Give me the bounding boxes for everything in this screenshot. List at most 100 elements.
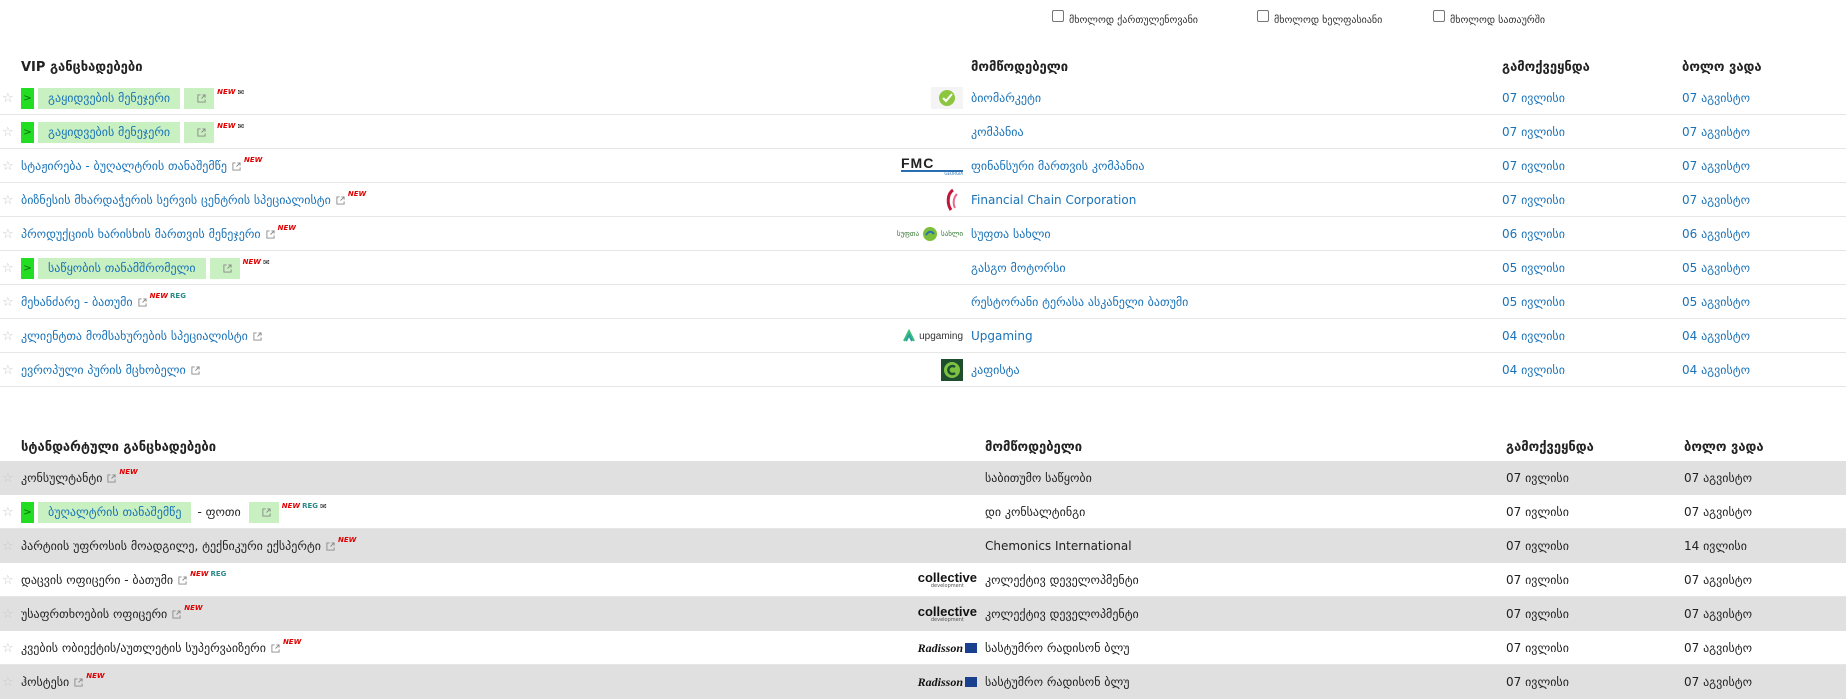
job-title-link[interactable]: დაცვის ოფიცერი - ბათუმი: [21, 573, 173, 587]
deadline-date: 04 აგვისტო: [1682, 363, 1751, 377]
filter-salary-only[interactable]: მხოლოდ ხელფასიანი: [1257, 7, 1382, 29]
external-link-icon[interactable]: [197, 127, 206, 137]
external-link-icon[interactable]: [191, 365, 200, 375]
deadline-date: 06 აგვისტო: [1682, 227, 1751, 241]
company-name-link[interactable]: Financial Chain Corporation: [971, 183, 1136, 217]
company-name-link[interactable]: რესტორანი ტერასა ასკანელი ბათუმი: [971, 285, 1188, 319]
filter-title-only[interactable]: მხოლოდ სათაურში: [1433, 7, 1545, 29]
table-row: ☆ მეხანძარე - ბათუმი NEW REG რესტორანი ტერას…: [0, 285, 1846, 319]
company-name-link[interactable]: Chemonics International: [985, 529, 1132, 563]
deadline-date: 07 აგვისტო: [1682, 193, 1751, 207]
favorite-star-icon[interactable]: ☆: [2, 81, 16, 115]
favorite-star-icon[interactable]: ☆: [2, 529, 16, 563]
favorite-star-icon[interactable]: ☆: [2, 183, 16, 217]
job-title-link[interactable]: კლიენტთა მომსახურების სპეციალისტი: [21, 329, 248, 343]
favorite-star-icon[interactable]: ☆: [2, 631, 16, 665]
favorite-star-icon[interactable]: ☆: [2, 495, 16, 529]
favorite-star-icon[interactable]: ☆: [2, 217, 16, 251]
job-title-link[interactable]: ჰოსტესი: [21, 675, 69, 689]
company-name-link[interactable]: სასტუმრო რადისონ ბლუ: [985, 631, 1130, 665]
external-link-icon[interactable]: [271, 643, 280, 653]
company-name-link[interactable]: სუფთა სახლი: [971, 217, 1051, 251]
job-title-cell: პროდუქციის ხარისხის მართვის მენეჯერი NEW: [21, 217, 296, 251]
open-new-tab-button[interactable]: [184, 121, 215, 143]
external-link-icon[interactable]: [232, 161, 241, 171]
expand-arrow-icon[interactable]: >: [21, 501, 34, 523]
job-title-link[interactable]: პარტიის უფროსის მოადგილე, ტექნიკური ექსპ…: [21, 539, 321, 553]
company-name-link[interactable]: კაფისტა: [971, 353, 1020, 387]
job-title-link[interactable]: ევროპული პურის მცხობელი: [21, 363, 186, 377]
published-date: 07 ივლისი: [1506, 573, 1569, 587]
job-title-link[interactable]: სტაჟირება - ბუღალტრის თანაშემწე: [21, 159, 227, 173]
external-link-icon[interactable]: [172, 609, 181, 619]
new-badge: NEW: [217, 88, 236, 96]
company-name-link[interactable]: Upgaming: [971, 319, 1033, 353]
job-title-link[interactable]: ბუღალტრის თანაშემწე: [38, 501, 192, 523]
company-name-link[interactable]: დი კონსალტინგი: [985, 495, 1085, 529]
expand-arrow-icon[interactable]: >: [21, 87, 34, 109]
new-badge: NEW: [347, 190, 367, 198]
favorite-star-icon[interactable]: ☆: [2, 353, 16, 387]
biomarket-logo: [895, 81, 963, 115]
external-link-icon[interactable]: [178, 575, 187, 585]
job-title-link[interactable]: უსაფრთხოების ოფიცერი: [21, 607, 167, 621]
favorite-star-icon[interactable]: ☆: [2, 597, 16, 631]
company-name-link[interactable]: საბითუმო საწყობი: [985, 461, 1092, 495]
open-new-tab-button[interactable]: [248, 501, 279, 523]
table-header: სტანდარტული განცხადებები მომწოდებელი გამ…: [0, 435, 1846, 461]
external-link-icon[interactable]: [74, 677, 83, 687]
external-link-icon[interactable]: [336, 195, 345, 205]
external-link-icon[interactable]: [253, 331, 262, 341]
fmc-logo-sub: GEORGIA: [901, 170, 963, 176]
expand-arrow-icon[interactable]: >: [21, 121, 34, 143]
job-title-link[interactable]: გაყიდვების მენეჯერი: [38, 87, 181, 109]
checkbox[interactable]: [1052, 10, 1064, 22]
favorite-star-icon[interactable]: ☆: [2, 319, 16, 353]
external-link-icon[interactable]: [197, 93, 206, 103]
job-title-link[interactable]: ბიზნესის მხარდაჭერის სერვის ცენტრის სპეც…: [21, 193, 331, 207]
favorite-star-icon[interactable]: ☆: [2, 251, 16, 285]
company-name-link[interactable]: კოლექტივ დეველოპმენტი: [985, 597, 1139, 631]
external-link-icon[interactable]: [107, 473, 116, 483]
collective-logo-sub: development: [930, 617, 964, 623]
checkbox[interactable]: [1257, 10, 1269, 22]
company-name-link[interactable]: გასგო მოტორსი: [971, 251, 1066, 285]
favorite-star-icon[interactable]: ☆: [2, 115, 16, 149]
expand-arrow-icon[interactable]: >: [21, 257, 34, 279]
job-title-cell: დაცვის ოფიცერი - ბათუმი NEW REG: [21, 563, 226, 597]
job-title-cell: ბიზნესის მხარდაჭერის სერვის ცენტრის სპეც…: [21, 183, 366, 217]
job-title-link[interactable]: გაყიდვების მენეჯერი: [38, 121, 181, 143]
company-name-link[interactable]: კოლექტივ დეველოპმენტი: [985, 563, 1139, 597]
external-link-icon[interactable]: [266, 229, 275, 239]
company-name-link[interactable]: ფინანსური მართვის კომპანია: [971, 149, 1144, 183]
header-deadline: ბოლო ვადა: [1682, 60, 1762, 75]
favorite-star-icon[interactable]: ☆: [2, 461, 16, 495]
table-row: ☆ პარტიის უფროსის მოადგილე, ტექნიკური ექს…: [0, 529, 1846, 563]
external-link-icon[interactable]: [262, 507, 271, 517]
new-badge: NEW: [184, 604, 203, 612]
deadline-date: 07 აგვისტო: [1684, 505, 1753, 519]
mail-icon: ✉: [237, 121, 245, 131]
new-badge: NEW: [242, 258, 261, 266]
company-name-link[interactable]: კომპანია: [971, 115, 1024, 149]
header-deadline: ბოლო ვადა: [1684, 440, 1764, 455]
favorite-star-icon[interactable]: ☆: [2, 149, 16, 183]
external-link-icon[interactable]: [326, 541, 335, 551]
job-title-link[interactable]: პროდუქციის ხარისხის მართვის მენეჯერი: [21, 227, 261, 241]
job-title-link[interactable]: კვების ობიექტის/აუთლეტის სუპერვაიზერი: [21, 641, 266, 655]
regional-badge: REG: [170, 292, 186, 300]
deadline-date: 07 აგვისტო: [1682, 91, 1751, 105]
open-new-tab-button[interactable]: [209, 257, 240, 279]
job-title-link[interactable]: მეხანძარე - ბათუმი: [21, 295, 133, 309]
open-new-tab-button[interactable]: [184, 87, 215, 109]
favorite-star-icon[interactable]: ☆: [2, 285, 16, 319]
checkbox[interactable]: [1433, 10, 1445, 22]
job-title-link[interactable]: საწყობის თანამშრომელი: [38, 257, 206, 279]
filter-georgian-only[interactable]: მხოლოდ ქართულენოვანი: [1052, 7, 1198, 29]
external-link-icon[interactable]: [138, 297, 147, 307]
mail-icon: ✉: [262, 257, 270, 267]
favorite-star-icon[interactable]: ☆: [2, 563, 16, 597]
company-name-link[interactable]: ბიომარკეტი: [971, 81, 1041, 115]
external-link-icon[interactable]: [223, 263, 232, 273]
job-title-link[interactable]: კონსულტანტი: [21, 471, 102, 485]
